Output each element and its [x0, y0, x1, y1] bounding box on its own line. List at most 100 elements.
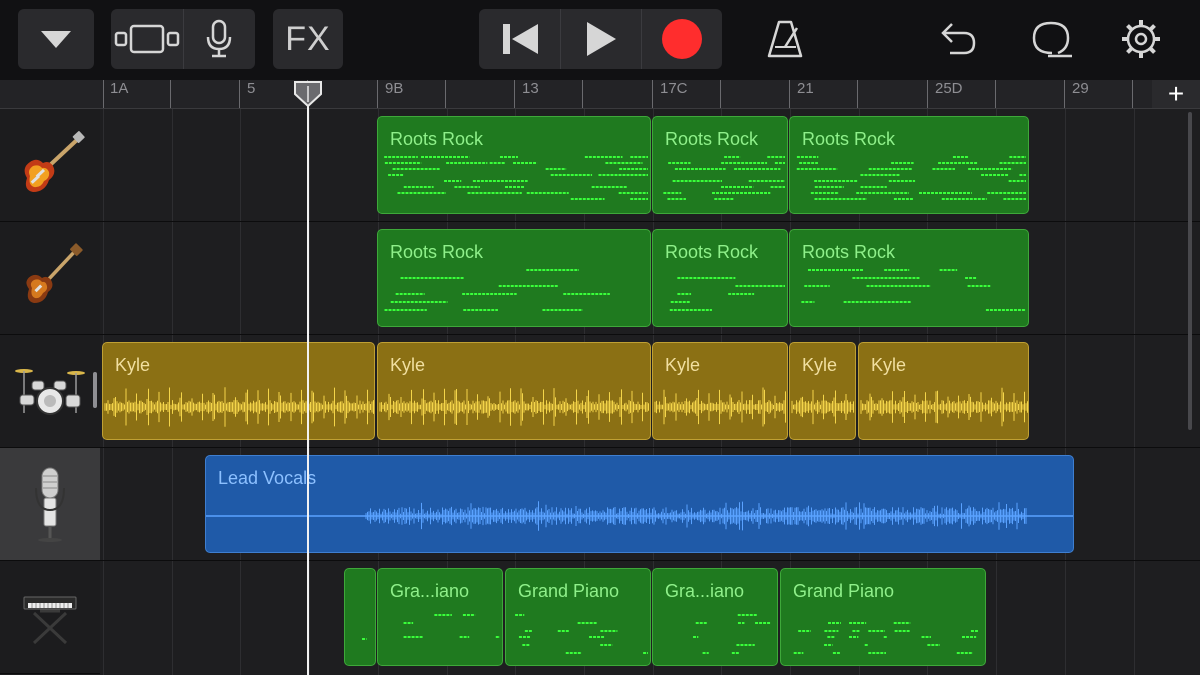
bass-guitar-icon [26, 243, 83, 303]
midi-notes [693, 614, 771, 654]
track-header-guitar[interactable] [0, 109, 100, 222]
lane-separator [100, 560, 1200, 561]
record-icon [661, 19, 702, 59]
midi-region[interactable] [344, 568, 376, 666]
audio-region[interactable]: Kyle [858, 342, 1029, 440]
divider [560, 9, 561, 69]
midi-region[interactable]: Roots Rock [652, 116, 788, 214]
loop-button[interactable] [1025, 9, 1077, 69]
ruler-tick [927, 80, 928, 108]
midi-notes [793, 622, 979, 654]
ruler-marker: 13 [522, 80, 539, 97]
undo-button[interactable] [932, 9, 982, 69]
fx-button[interactable]: FX [273, 9, 343, 69]
audio-region-lead-vocals[interactable]: Lead Vocals [205, 455, 1074, 553]
ruler-tick [514, 80, 515, 108]
microphone-icon [206, 19, 232, 58]
view-input-group [111, 9, 255, 69]
ruler-tick [652, 80, 653, 108]
ruler-corner [0, 80, 100, 109]
ruler-marker: 1A [110, 80, 129, 97]
ruler-tick [1064, 80, 1065, 108]
ruler-tick [170, 80, 171, 108]
waveform-path [379, 388, 649, 426]
rewind-icon [502, 24, 538, 54]
ruler-tick [857, 80, 858, 108]
transport-group [479, 9, 722, 69]
midi-notes [384, 156, 648, 200]
lane-separator [100, 334, 1200, 335]
audio-region[interactable]: Kyle [102, 342, 375, 440]
midi-region[interactable]: Grand Piano [505, 568, 651, 666]
plus-icon: + [1167, 78, 1185, 109]
add-track-button[interactable]: + [1152, 78, 1200, 109]
go-to-beginning-button[interactable] [479, 9, 560, 69]
fx-label: FX [285, 19, 331, 58]
microphone-button[interactable] [183, 9, 255, 69]
lane-separator [100, 447, 1200, 448]
electric-guitar-icon [24, 131, 85, 192]
track-resize-handle[interactable] [93, 372, 97, 408]
undo-icon [941, 23, 976, 55]
grid-line [1064, 109, 1066, 675]
settings-gear-icon [1122, 20, 1160, 58]
midi-region[interactable]: Gra...iano [652, 568, 778, 666]
playhead-handle[interactable] [293, 80, 323, 108]
vertical-scrollbar[interactable] [1188, 112, 1192, 430]
play-button[interactable] [560, 9, 641, 69]
ruler-tick [1132, 80, 1133, 108]
midi-region[interactable]: Grand Piano [780, 568, 986, 666]
track-header-bass[interactable] [0, 222, 100, 335]
tracks-area[interactable]: Roots Rock Roots Rock Roots Rock Roots R… [100, 109, 1200, 675]
track-view-button[interactable] [111, 9, 183, 69]
control-bar: FX [0, 0, 1200, 80]
metronome-button[interactable] [760, 9, 810, 69]
waveform-path [654, 387, 786, 427]
record-button[interactable] [641, 9, 722, 69]
midi-region[interactable]: Roots Rock [789, 116, 1029, 214]
midi-notes [669, 277, 785, 311]
midi-region[interactable]: Roots Rock [377, 116, 651, 214]
waveform-path [791, 389, 854, 425]
midi-notes [796, 156, 1026, 200]
ruler-tick [377, 80, 378, 108]
ruler-tick [720, 80, 721, 108]
ruler-tick [995, 80, 996, 108]
midi-region[interactable]: Roots Rock [789, 229, 1029, 327]
audio-region[interactable]: Kyle [377, 342, 651, 440]
midi-notes [515, 614, 648, 654]
timeline-ruler[interactable]: 1A 5 9B 13 17C 21 25D 29 [100, 80, 1200, 109]
loop-icon [1032, 21, 1072, 58]
midi-notes [403, 614, 500, 638]
ruler-tick [103, 80, 104, 108]
midi-region[interactable]: Roots Rock [652, 229, 788, 327]
midi-notes [362, 638, 367, 640]
ruler-marker: 9B [385, 80, 404, 97]
divider [641, 9, 642, 69]
browser-dropdown-button[interactable] [18, 9, 94, 69]
ruler-marker: 29 [1072, 80, 1089, 97]
ruler-marker: 17C [660, 80, 688, 97]
midi-region[interactable]: Gra...iano [377, 568, 503, 666]
waveform-path [860, 387, 1028, 427]
settings-button[interactable] [1116, 9, 1166, 69]
midi-region[interactable]: Roots Rock [377, 229, 651, 327]
audio-waveform [654, 387, 786, 427]
metronome-icon [767, 20, 803, 58]
track-header-vocals[interactable] [0, 448, 100, 561]
audio-region[interactable]: Kyle [789, 342, 856, 440]
audio-waveform [104, 387, 374, 427]
audio-waveform [206, 501, 1073, 531]
waveform-path [365, 501, 1027, 531]
ruler-tick [445, 80, 446, 108]
playhead-line [307, 96, 309, 675]
midi-notes [384, 269, 610, 311]
audio-waveform [379, 388, 649, 426]
midi-notes [801, 269, 1026, 311]
track-headers [0, 109, 100, 675]
divider [183, 9, 184, 69]
audio-region[interactable]: Kyle [652, 342, 788, 440]
lane-separator [100, 221, 1200, 222]
track-header-piano[interactable] [0, 561, 100, 674]
track-header-drums[interactable] [0, 335, 100, 448]
